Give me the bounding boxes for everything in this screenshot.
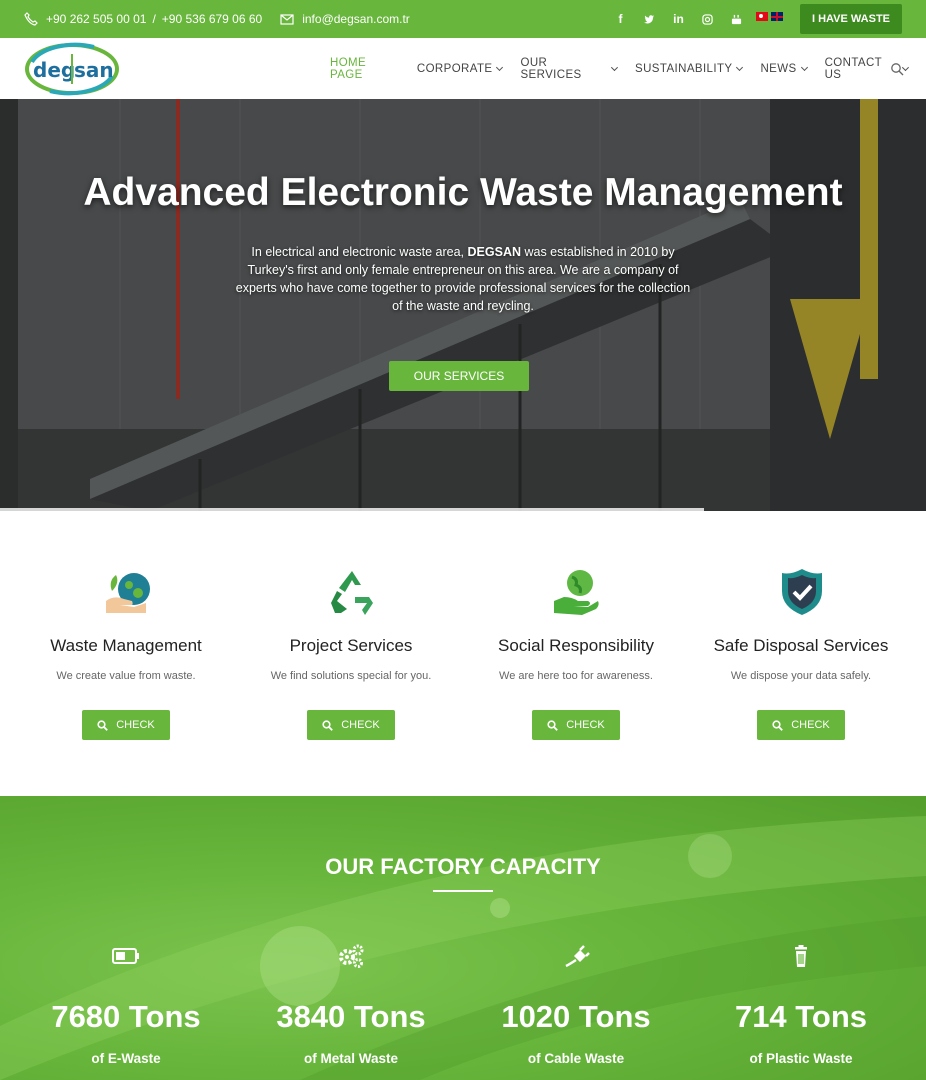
service-title: Project Services (289, 636, 413, 655)
degsan-logo[interactable]: deg san (24, 42, 120, 96)
title-underline (433, 890, 493, 892)
leaf-background-image (0, 816, 926, 1080)
turkish-flag-icon[interactable] (756, 12, 768, 21)
top-bar: +90 262 505 00 01 / +90 536 679 06 60 in… (0, 0, 926, 38)
service-title: Waste Management (50, 636, 202, 655)
stat-number: 7680 Tons (51, 999, 201, 1034)
check-button-label: CHECK (341, 719, 380, 731)
email-link[interactable]: info@degsan.com.tr (280, 12, 410, 26)
stat-label: of Cable Waste (527, 1051, 625, 1066)
contact-info: +90 262 505 00 01 / +90 536 679 06 60 in… (24, 0, 410, 38)
check-button[interactable]: CHECK (532, 710, 620, 740)
twitter-icon[interactable] (635, 14, 664, 25)
service-text: We dispose your data safely. (730, 670, 872, 682)
service-title: Social Responsibility (498, 636, 654, 655)
phone-number-1[interactable]: +90 262 505 00 01 (46, 12, 146, 26)
search-icon (322, 719, 334, 731)
nav-news[interactable]: NEWS (760, 62, 808, 75)
facebook-icon[interactable]: f (606, 12, 635, 26)
search-icon (547, 719, 559, 731)
stat-number: 3840 Tons (276, 999, 426, 1034)
chevron-down-icon (611, 63, 619, 71)
search-icon (772, 719, 784, 731)
youtube-icon[interactable] (722, 14, 751, 25)
search-icon[interactable] (890, 62, 904, 76)
nav-corporate-label: CORPORATE (416, 62, 493, 75)
check-button-label: CHECK (116, 719, 155, 731)
nav-our-services-label: OUR SERVICES (520, 56, 582, 81)
check-button[interactable]: CHECK (307, 710, 395, 740)
shield-check-icon (777, 567, 827, 617)
chevron-down-icon (496, 63, 504, 71)
nav-news-label: NEWS (760, 62, 797, 75)
i-have-waste-button[interactable]: I HAVE WASTE (800, 4, 902, 34)
service-title: Safe Disposal Services (713, 636, 889, 655)
nav-sustainability[interactable]: SUSTAINABILITY (635, 62, 744, 75)
our-services-button[interactable]: OUR SERVICES (389, 361, 529, 391)
globe-hand-icon (552, 567, 602, 617)
phone-icon (24, 12, 38, 26)
mail-icon (280, 12, 294, 26)
recycle-icon (327, 567, 377, 617)
logo-graphic: deg san (25, 42, 119, 96)
phone-number-2[interactable]: +90 536 679 06 60 (162, 12, 262, 26)
social-links: f in (606, 0, 751, 38)
services-section: Waste Management We create value from wa… (0, 511, 926, 796)
check-button-label: CHECK (791, 719, 830, 731)
main-menu: HOME PAGE CORPORATE OUR SERVICES SUSTAIN… (330, 38, 926, 99)
instagram-icon[interactable] (693, 13, 722, 25)
stat-number: 1020 Tons (501, 999, 651, 1034)
plug-icon (562, 944, 590, 968)
hero-slider: Advanced Electronic Waste Management In … (0, 99, 926, 511)
search-icon (97, 719, 109, 731)
trash-icon (787, 944, 815, 968)
gears-icon (337, 944, 365, 968)
check-button[interactable]: CHECK (757, 710, 845, 740)
nav-our-services[interactable]: OUR SERVICES (520, 56, 619, 81)
nav-corporate[interactable]: CORPORATE (416, 62, 504, 75)
nav-home[interactable]: HOME PAGE (330, 57, 399, 81)
factory-capacity-section: OUR FACTORY CAPACITY 7680 Tons of E-Wast… (0, 796, 926, 1080)
stat-label: of Plastic Waste (749, 1051, 853, 1066)
check-button[interactable]: CHECK (82, 710, 170, 740)
hero-title: Advanced Electronic Waste Management (83, 171, 843, 214)
nav-sustainability-label: SUSTAINABILITY (635, 62, 733, 75)
english-flag-icon[interactable] (771, 12, 783, 21)
stat-label: of E-Waste (91, 1051, 161, 1066)
hero-desc-brand: DEGSAN (467, 245, 521, 259)
language-switcher (756, 12, 783, 21)
stat-label: of Metal Waste (303, 1051, 398, 1066)
service-text: We are here too for awareness. (499, 670, 653, 682)
chevron-down-icon (736, 63, 744, 71)
capacity-title: OUR FACTORY CAPACITY (325, 854, 601, 879)
check-button-label: CHECK (566, 719, 605, 731)
main-navbar: deg san HOME PAGE CORPORATE OUR SERVICES… (0, 38, 926, 99)
hero-description: In electrical and electronic waste area,… (233, 243, 693, 315)
battery-icon (112, 944, 140, 968)
nav-home-label: HOME PAGE (330, 56, 367, 81)
nav-contact-us-label: CONTACT US (824, 56, 882, 81)
hero-desc-part1: In electrical and electronic waste area, (251, 245, 468, 259)
linkedin-icon[interactable]: in (664, 12, 693, 26)
stat-number: 714 Tons (734, 999, 868, 1034)
chevron-down-icon (800, 63, 808, 71)
service-text: We create value from waste. (56, 670, 196, 682)
email-text: info@degsan.com.tr (302, 12, 410, 26)
service-text: We find solutions special for you. (270, 670, 432, 682)
eco-hand-icon (102, 567, 152, 617)
phone-separator: / (152, 12, 156, 26)
logo-text-deg: deg (33, 58, 75, 82)
logo-text-san: san (74, 58, 114, 82)
